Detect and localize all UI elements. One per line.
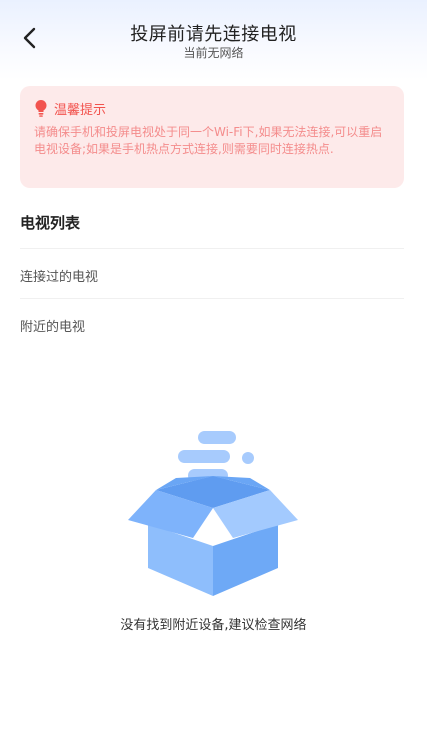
header-bar: 投屏前请先连接电视 当前无网络 — [0, 0, 427, 80]
lightbulb-icon — [35, 100, 47, 117]
network-status: 当前无网络 — [183, 46, 244, 60]
page-title: 投屏前请先连接电视 — [130, 24, 297, 45]
tip-title: 温馨提示 — [54, 102, 107, 118]
list-item-connected-tvs[interactable]: 连接过的电视 — [20, 266, 98, 285]
tip-header: 温馨提示 — [34, 98, 390, 118]
tip-body: 请确保手机和投屏电视处于同一个Wi-Fi下,如果无法连接,可以重启电视设备;如果… — [34, 125, 383, 156]
divider — [20, 298, 404, 299]
tip-card: 温馨提示 请确保手机和投屏电视处于同一个Wi-Fi下,如果无法连接,可以重启电视… — [20, 86, 404, 188]
tv-list-title: 电视列表 — [20, 214, 81, 232]
divider — [20, 248, 404, 249]
list-item-nearby-tvs[interactable]: 附近的电视 — [20, 316, 85, 335]
empty-state-message: 没有找到附近设备,建议检查网络 — [120, 618, 307, 633]
open-box-icon — [118, 428, 308, 603]
